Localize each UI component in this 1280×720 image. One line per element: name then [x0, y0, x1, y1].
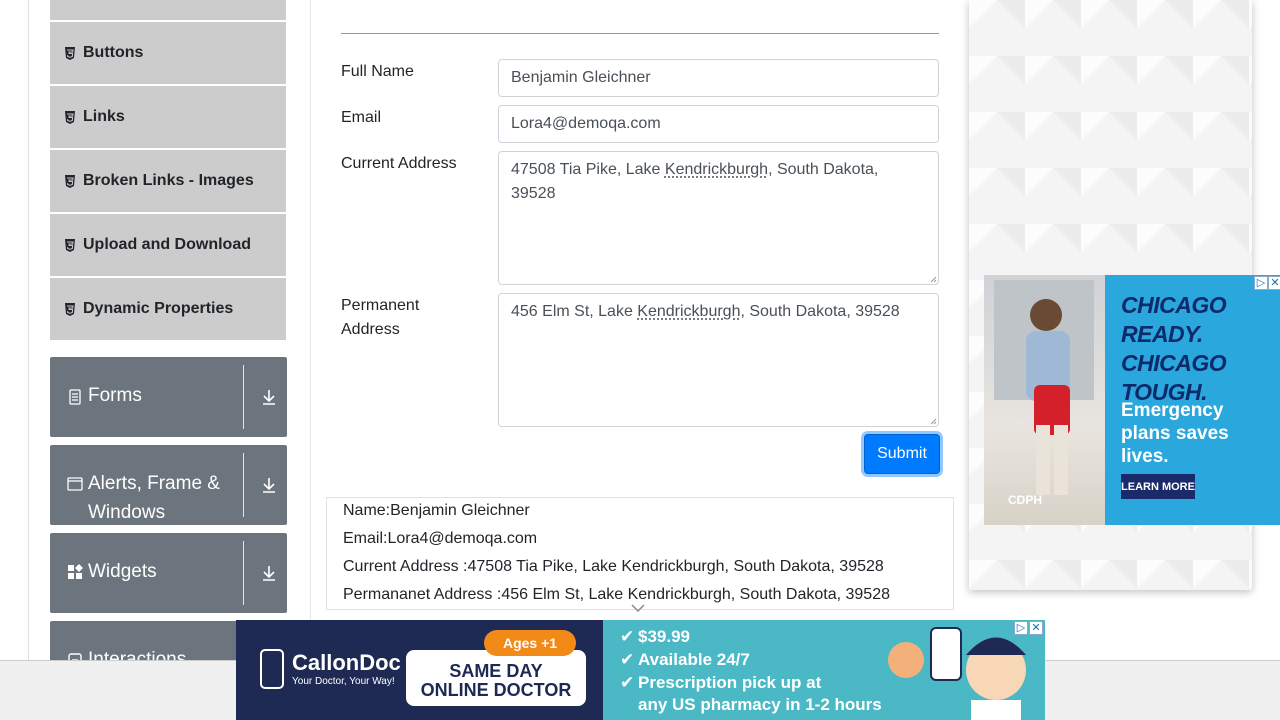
ad-close-icon[interactable]: ✕ — [1029, 621, 1043, 635]
header-divider — [341, 33, 939, 34]
resize-handle-icon[interactable] — [929, 275, 937, 283]
person-with-backpack-image — [994, 280, 1094, 495]
ad-bullet-text: $39.99 — [638, 627, 690, 646]
html5-icon — [65, 46, 75, 60]
download-arrow-icon[interactable] — [260, 388, 278, 406]
html5-icon — [65, 174, 75, 188]
document-icon — [69, 389, 81, 405]
widgets-icon — [68, 564, 83, 579]
chevron-down-icon[interactable] — [631, 603, 645, 613]
sidebar-item-label: Links — [83, 108, 125, 125]
current-address-text: 47508 Tia Pike, Lake — [511, 161, 665, 178]
ad-bullet: any US pharmacy in 1-2 hours — [638, 694, 882, 716]
ad-bullet: ✔ Prescription pick up at — [620, 672, 821, 694]
callondoc-ad[interactable]: CallonDoc Your Doctor, Your Way! Ages +1… — [236, 620, 1045, 720]
ad-bullet-text: Prescription pick up at — [638, 673, 822, 692]
current-address-textarea[interactable]: 47508 Tia Pike, Lake Kendrickburgh, Sout… — [498, 151, 939, 285]
sidebar-group-widgets[interactable]: Widgets — [50, 533, 287, 613]
sidebar-item-links[interactable]: Links — [50, 86, 286, 148]
html5-icon — [65, 302, 75, 316]
sidebar-item-label: Upload and Download — [83, 236, 251, 253]
ad-tagline: Your Doctor, Your Way! — [292, 676, 395, 687]
left-border — [28, 0, 29, 660]
html5-icon — [65, 110, 75, 124]
spellcheck-word: Kendrickburgh — [664, 161, 769, 178]
sidebar-group-label: Forms — [88, 385, 142, 406]
permanent-address-label-line2: Address — [341, 321, 400, 338]
ad-bullet: ✔ Available 24/7 — [620, 649, 750, 671]
ad-sponsor: CDPH — [1008, 493, 1043, 507]
spellcheck-word: Kendrickburgh — [637, 303, 741, 320]
download-arrow-icon[interactable] — [260, 476, 278, 494]
ad-bullet-text: Available 24/7 — [638, 650, 750, 669]
sidebar-item-label: Dynamic Properties — [83, 300, 234, 317]
sidebar-group-alerts[interactable]: Alerts, Frame & Windows — [50, 445, 287, 525]
sidebar-group-forms[interactable]: Forms — [50, 357, 287, 437]
window-icon — [67, 477, 83, 491]
divider — [243, 453, 244, 517]
output-permanent-address: Permananet Address :456 Elm St, Lake Ken… — [343, 586, 890, 603]
download-arrow-icon[interactable] — [260, 564, 278, 582]
permanent-address-text: 456 Elm St, Lake — [511, 303, 638, 320]
ad-bottom-headline-line2: ONLINE DOCTOR — [420, 680, 572, 700]
sidebar-group-label: Alerts, Frame & Windows — [88, 473, 220, 523]
ad-bottom-headline-line1: SAME DAY — [449, 661, 543, 681]
phone-icon — [260, 649, 284, 689]
check-icon: ✔ — [620, 673, 635, 692]
sidebar-item-label: Broken Links - Images — [83, 172, 254, 189]
learn-more-button[interactable]: LEARN MORE — [1121, 474, 1195, 499]
sidebar-item-dynamic-properties[interactable]: Dynamic Properties — [50, 278, 286, 340]
ad-close-icon[interactable]: ✕ — [1268, 276, 1280, 290]
email-label: Email — [341, 109, 382, 126]
permanent-address-textarea[interactable]: 456 Elm St, Lake Kendrickburgh, South Da… — [498, 293, 939, 427]
ad-subtext: Emergency plans saves lives. — [1121, 400, 1229, 467]
permanent-address-label-line1: Permanent — [341, 297, 420, 314]
output-current-address: Current Address :47508 Tia Pike, Lake Ke… — [343, 558, 884, 575]
full-name-input[interactable]: Benjamin Gleichner — [498, 59, 939, 97]
ad-headline-line2: CHICAGO TOUGH. — [1121, 350, 1227, 405]
ad-photo — [984, 275, 1105, 525]
column-divider — [310, 0, 311, 660]
chicago-ad[interactable]: CHICAGO READY. CHICAGO TOUGH. Emergency … — [984, 275, 1280, 525]
ad-bullet: ✔ $39.99 — [620, 626, 690, 648]
output-panel: Name:Benjamin Gleichner Email:Lora4@demo… — [326, 497, 954, 610]
ad-headline: CHICAGO READY. CHICAGO TOUGH. — [1121, 291, 1271, 407]
sidebar-item-buttons[interactable]: Buttons — [50, 22, 286, 84]
ad-brand: CallonDoc — [292, 650, 401, 675]
html5-icon — [65, 238, 75, 252]
output-email: Email:Lora4@demoqa.com — [343, 530, 538, 547]
check-icon: ✔ — [620, 627, 635, 646]
sidebar-item-previous[interactable] — [50, 0, 286, 20]
current-address-label: Current Address — [341, 155, 457, 172]
ad-choices-icon[interactable]: ▷ — [1014, 621, 1028, 635]
divider — [243, 541, 244, 605]
permanent-address-text: , South Dakota, 39528 — [740, 303, 900, 320]
sidebar-group-label: Widgets — [88, 561, 157, 582]
sidebar-item-upload-download[interactable]: Upload and Download — [50, 214, 286, 276]
divider — [243, 365, 244, 429]
email-input[interactable]: Lora4@demoqa.com — [498, 105, 939, 143]
ad-headline-line1: CHICAGO READY. — [1121, 292, 1227, 347]
ad-bottom-headline: SAME DAY ONLINE DOCTOR — [406, 662, 586, 700]
output-name: Name:Benjamin Gleichner — [343, 502, 530, 519]
permanent-address-label: Permanent Address — [341, 294, 419, 342]
ad-choices-icon[interactable]: ▷ — [1254, 276, 1268, 290]
ad-bullet-text: any US pharmacy in 1-2 hours — [638, 695, 882, 714]
resize-handle-icon[interactable] — [929, 417, 937, 425]
sidebar-item-broken-links[interactable]: Broken Links - Images — [50, 150, 286, 212]
sidebar-item-label: Buttons — [83, 44, 144, 61]
full-name-label: Full Name — [341, 63, 414, 80]
check-icon: ✔ — [620, 650, 635, 669]
ages-badge: Ages +1 — [484, 630, 576, 656]
submit-button[interactable]: Submit — [864, 434, 940, 474]
doctor-illustration — [888, 627, 1026, 720]
